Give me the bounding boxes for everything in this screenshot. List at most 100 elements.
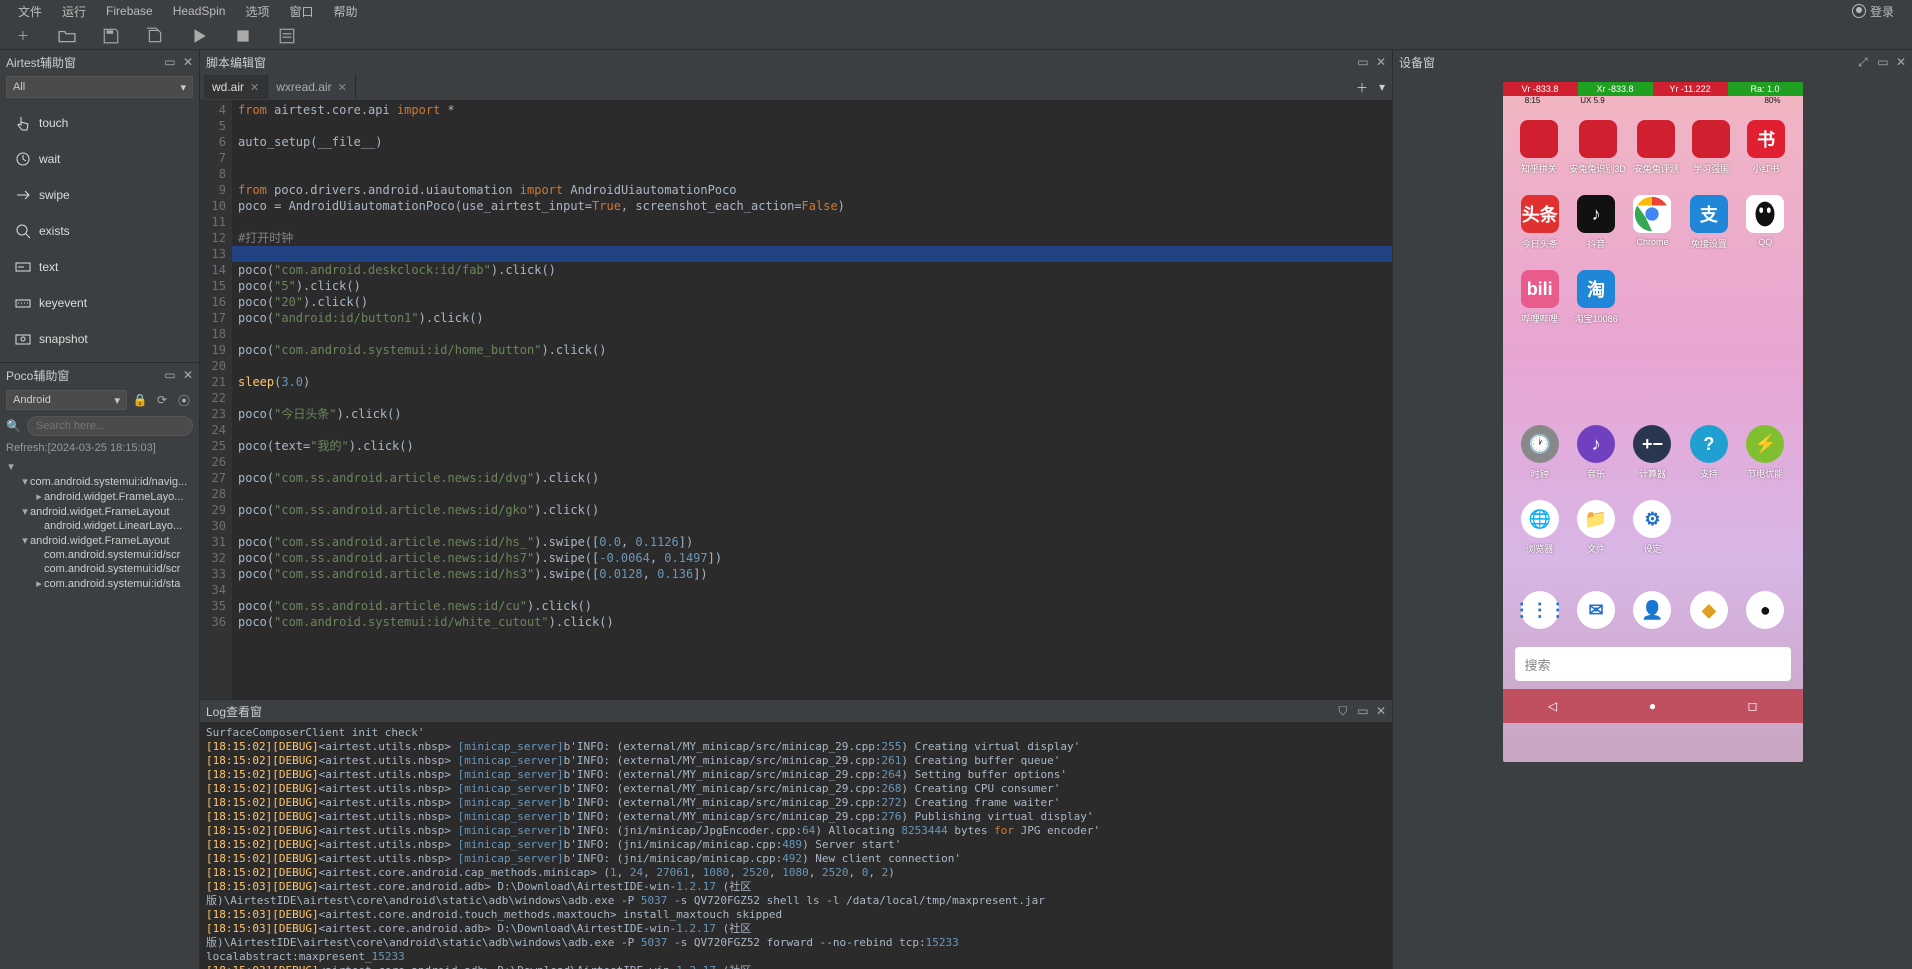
poco-lock-icon[interactable]: 🔒 bbox=[131, 391, 149, 409]
phone-app-icon[interactable]: 🕐时钟 bbox=[1515, 425, 1565, 480]
poco-panel-title: Poco辅助窗 bbox=[6, 367, 69, 384]
phone-app-icon[interactable]: 淘淘宝10086 bbox=[1571, 270, 1621, 325]
panel-close-icon[interactable]: ✕ bbox=[1376, 704, 1386, 718]
poco-tree[interactable]: ▾▾com.android.systemui:id/navig...▸andro… bbox=[0, 457, 199, 969]
log-output[interactable]: SurfaceComposerClient init check' [18:15… bbox=[200, 722, 1392, 969]
phone-app-icon[interactable]: ⋮⋮⋮ bbox=[1515, 591, 1565, 629]
tree-node[interactable]: com.android.systemui:id/scr bbox=[6, 562, 193, 576]
assist-snapshot[interactable]: snapshot bbox=[4, 322, 195, 356]
phone-app-icon[interactable]: 🌐浏览器 bbox=[1515, 500, 1565, 555]
tree-node[interactable]: ▾com.android.systemui:id/navig... bbox=[6, 474, 193, 489]
editor-tab[interactable]: wd.air ✕ bbox=[204, 75, 268, 99]
tree-node[interactable]: ▾android.widget.FrameLayout bbox=[6, 504, 193, 519]
tab-close-icon[interactable]: ✕ bbox=[250, 81, 259, 94]
assist-wait[interactable]: wait bbox=[4, 142, 195, 176]
log-filter-icon[interactable]: ⛉ bbox=[1336, 704, 1350, 718]
tree-node[interactable]: ▾android.widget.FrameLayout bbox=[6, 533, 193, 548]
phone-app-icon[interactable]: bili哔哩哔哩 bbox=[1515, 270, 1565, 325]
login-button[interactable]: 登录 bbox=[1842, 1, 1904, 22]
tree-node[interactable]: com.android.systemui:id/scr bbox=[6, 548, 193, 562]
log-panel-title: Log查看窗 bbox=[206, 703, 262, 720]
phone-home-button[interactable]: ● bbox=[1643, 696, 1663, 716]
phone-screen[interactable]: Vr -833.8 Xr -833.8 Yr -11.222 Ra: 1.0 8… bbox=[1503, 82, 1803, 762]
new-file-button[interactable]: ＋ bbox=[14, 27, 32, 45]
assist-item-label: exists bbox=[39, 224, 70, 238]
editor-panel-header: 脚本编辑窗 ▭ ✕ bbox=[200, 50, 1392, 74]
phone-app-icon[interactable]: 👤 bbox=[1627, 591, 1677, 629]
menu-firebase[interactable]: Firebase bbox=[96, 2, 163, 20]
tree-node[interactable]: ▸com.android.systemui:id/sta bbox=[6, 576, 193, 591]
phone-app-icon[interactable]: ● bbox=[1740, 591, 1790, 629]
menu-file[interactable]: 文件 bbox=[8, 1, 52, 22]
phone-app-icon[interactable]: 支免接设置 bbox=[1684, 195, 1734, 250]
menu-headspin[interactable]: HeadSpin bbox=[163, 2, 236, 20]
report-button[interactable] bbox=[278, 27, 296, 45]
phone-app-icon[interactable]: 安兔兔识别3D bbox=[1569, 120, 1626, 175]
device-expand-icon[interactable]: ⤢ bbox=[1856, 55, 1870, 69]
tab-label: wd.air bbox=[212, 80, 244, 94]
menu-help[interactable]: 帮助 bbox=[323, 1, 367, 22]
panel-close-icon[interactable]: ✕ bbox=[183, 368, 193, 382]
phone-app-icon[interactable]: 书小红书 bbox=[1742, 120, 1791, 175]
phone-app-icon[interactable]: 知乎拼关 bbox=[1515, 120, 1564, 175]
assist-swipe[interactable]: swipe bbox=[4, 178, 195, 212]
save-all-button[interactable] bbox=[146, 27, 164, 45]
tab-add-button[interactable]: ＋ bbox=[1352, 77, 1372, 97]
menu-options[interactable]: 选项 bbox=[235, 1, 279, 22]
phone-app-icon[interactable]: ◆ bbox=[1684, 591, 1734, 629]
menu-run[interactable]: 运行 bbox=[52, 1, 96, 22]
login-label: 登录 bbox=[1870, 3, 1894, 20]
open-button[interactable] bbox=[58, 27, 76, 45]
toolbar: ＋ bbox=[0, 22, 1912, 50]
stop-button[interactable] bbox=[234, 27, 252, 45]
device-mirror[interactable]: Vr -833.8 Xr -833.8 Yr -11.222 Ra: 1.0 8… bbox=[1393, 74, 1912, 969]
poco-refresh-icon[interactable]: ⟳ bbox=[153, 391, 171, 409]
assist-item-label: text bbox=[39, 260, 58, 274]
panel-undock-icon[interactable]: ▭ bbox=[163, 368, 177, 382]
panel-undock-icon[interactable]: ▭ bbox=[1356, 55, 1370, 69]
panel-undock-icon[interactable]: ▭ bbox=[163, 55, 177, 69]
panel-close-icon[interactable]: ✕ bbox=[1896, 55, 1906, 69]
assist-selector[interactable]: All ▾ bbox=[6, 76, 193, 98]
tab-menu-button[interactable]: ▾ bbox=[1372, 77, 1392, 97]
tree-node[interactable]: ▸android.widget.FrameLayo... bbox=[6, 489, 193, 504]
phone-app-icon[interactable]: ♪抖音 bbox=[1571, 195, 1621, 250]
save-button[interactable] bbox=[102, 27, 120, 45]
panel-close-icon[interactable]: ✕ bbox=[183, 55, 193, 69]
phone-search-bar[interactable]: 搜索 bbox=[1515, 647, 1791, 681]
poco-record-icon[interactable]: ⦿ bbox=[175, 391, 193, 409]
editor-tab[interactable]: wxread.air✕ bbox=[268, 75, 356, 99]
tree-node[interactable]: android.widget.LinearLayo... bbox=[6, 519, 193, 533]
phone-app-icon[interactable]: Chrome bbox=[1627, 195, 1677, 250]
menu-window[interactable]: 窗口 bbox=[279, 1, 323, 22]
assist-text[interactable]: text bbox=[4, 250, 195, 284]
phone-app-icon[interactable]: 📁文件 bbox=[1571, 500, 1621, 555]
assist-item-label: snapshot bbox=[39, 332, 88, 346]
phone-app-icon[interactable]: 头条今日头条 bbox=[1515, 195, 1565, 250]
code-editor[interactable]: 4567891011121314151617181920212223242526… bbox=[200, 100, 1392, 699]
poco-search-input[interactable] bbox=[27, 416, 193, 436]
phone-app-icon[interactable]: ⚙设定 bbox=[1627, 500, 1677, 555]
run-button[interactable] bbox=[190, 27, 208, 45]
assist-exists[interactable]: exists bbox=[4, 214, 195, 248]
phone-app-icon[interactable]: 安兔兔评测 bbox=[1632, 120, 1681, 175]
phone-time: 8:15 bbox=[1503, 96, 1563, 110]
phone-search-placeholder: 搜索 bbox=[1525, 655, 1551, 674]
phone-app-icon[interactable]: ?支持 bbox=[1684, 425, 1734, 480]
tree-node[interactable]: ▾ bbox=[6, 459, 193, 474]
phone-back-button[interactable]: ◁ bbox=[1543, 696, 1563, 716]
phone-app-icon[interactable]: ✉ bbox=[1571, 591, 1621, 629]
tab-close-icon[interactable]: ✕ bbox=[338, 81, 347, 94]
phone-recents-button[interactable]: ◻ bbox=[1743, 696, 1763, 716]
assist-keyevent[interactable]: keyevent bbox=[4, 286, 195, 320]
panel-undock-icon[interactable]: ▭ bbox=[1876, 55, 1890, 69]
panel-close-icon[interactable]: ✕ bbox=[1376, 55, 1386, 69]
phone-app-icon[interactable]: ⚡节电优能 bbox=[1740, 425, 1790, 480]
phone-app-icon[interactable]: +−计算器 bbox=[1627, 425, 1677, 480]
poco-driver-select[interactable]: Android ▾ bbox=[6, 390, 127, 410]
panel-undock-icon[interactable]: ▭ bbox=[1356, 704, 1370, 718]
phone-app-icon[interactable]: ♪音乐 bbox=[1571, 425, 1621, 480]
phone-app-icon[interactable]: 学习强国 bbox=[1687, 120, 1736, 175]
phone-app-icon[interactable]: QQ bbox=[1740, 195, 1790, 250]
assist-touch[interactable]: touch bbox=[4, 106, 195, 140]
